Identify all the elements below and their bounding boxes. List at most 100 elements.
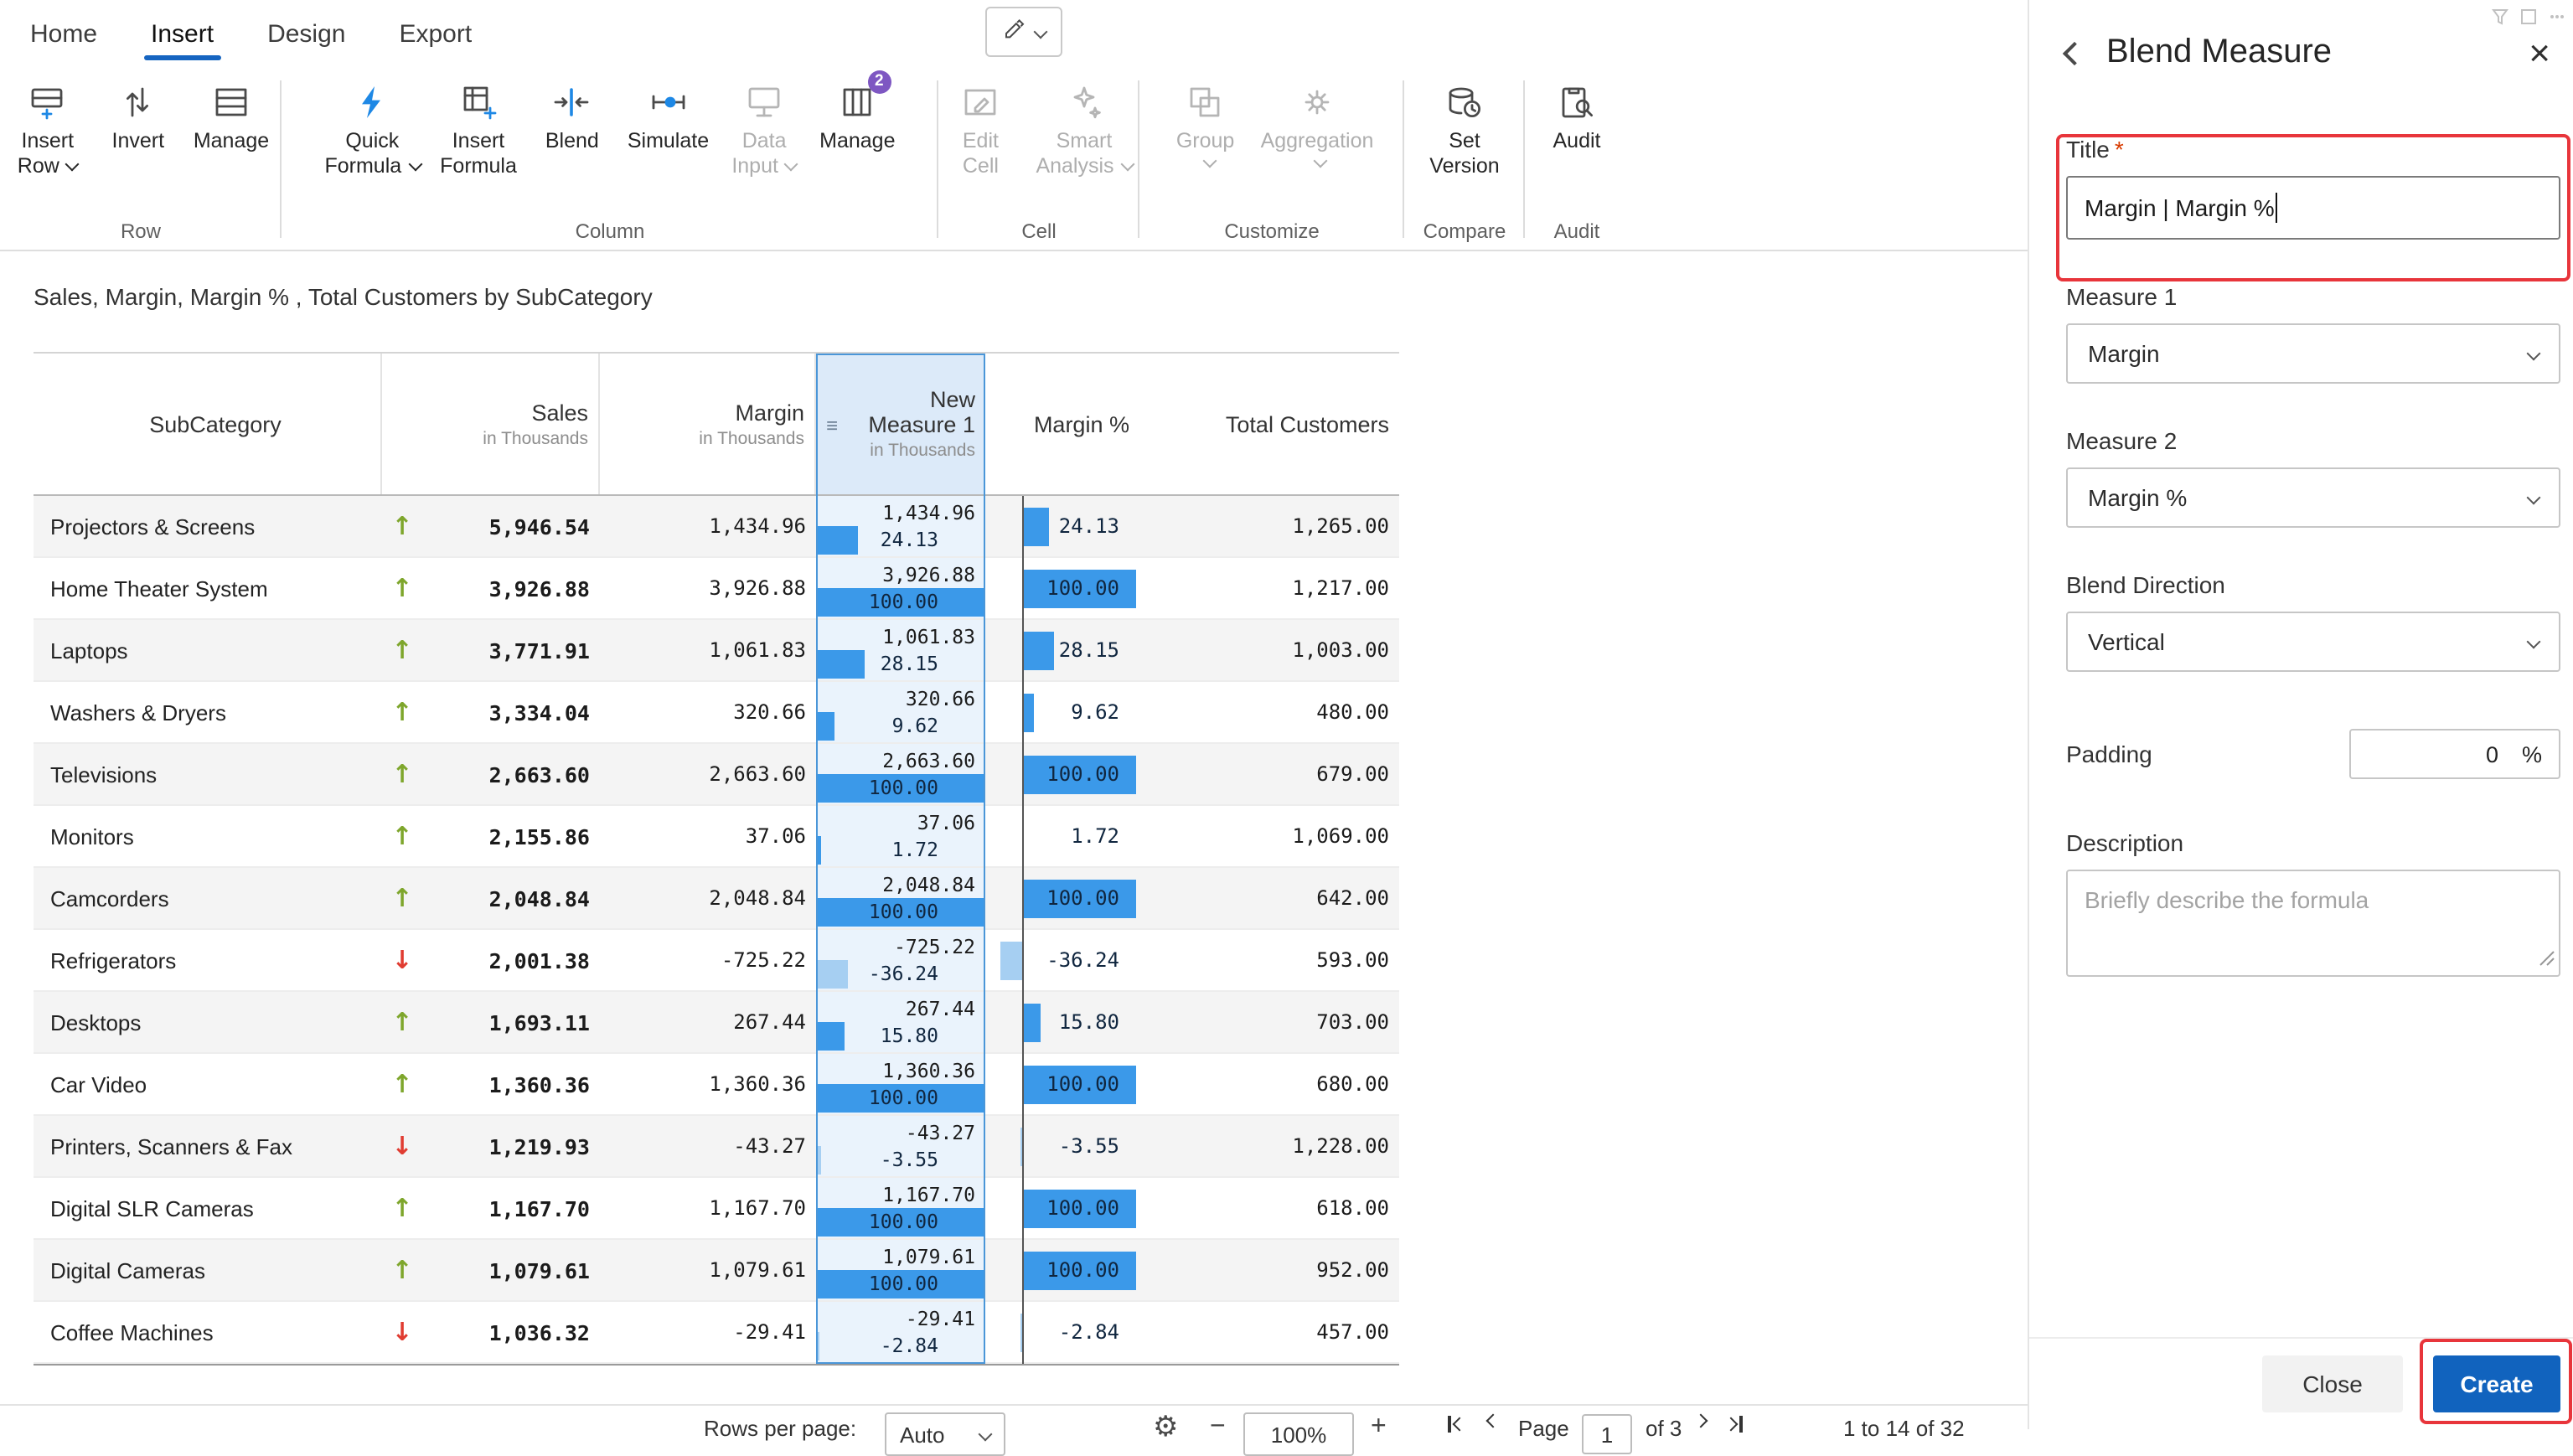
new-measure-cell[interactable]: 267.4415.80 — [816, 992, 985, 1052]
table-row[interactable]: Washers & Dryers↑3,334.04320.66320.669.6… — [34, 682, 1399, 744]
col-header-subcategory[interactable]: SubCategory — [34, 354, 382, 494]
sales-cell[interactable]: 1,219.93 — [422, 1116, 600, 1176]
resize-handle-icon[interactable] — [2539, 945, 2555, 972]
total-customers-cell[interactable]: 1,228.00 — [1139, 1116, 1399, 1176]
margin-cell[interactable]: 267.44 — [600, 992, 816, 1052]
subcategory-cell[interactable]: Printers, Scanners & Fax — [34, 1116, 382, 1176]
set-version-button[interactable]: SetVersion — [1423, 74, 1506, 184]
sales-cell[interactable]: 1,167.70 — [422, 1178, 600, 1238]
margin-pct-cell[interactable]: -3.55 — [985, 1116, 1139, 1176]
new-measure-cell[interactable]: 320.669.62 — [816, 682, 985, 742]
table-row[interactable]: Televisions↑2,663.602,663.602,663.60100.… — [34, 744, 1399, 806]
title-input[interactable]: Margin | Margin % — [2066, 176, 2560, 240]
margin-cell[interactable]: -29.41 — [600, 1302, 816, 1362]
table-row[interactable]: Coffee Machines↓1,036.32-29.41-29.41-2.8… — [34, 1302, 1399, 1364]
new-measure-cell[interactable]: 1,360.36100.00 — [816, 1054, 985, 1114]
total-customers-cell[interactable]: 1,003.00 — [1139, 620, 1399, 680]
zoom-in-button[interactable]: + — [1371, 1412, 1387, 1443]
new-measure-cell[interactable]: 1,079.61100.00 — [816, 1240, 985, 1300]
simulate-button[interactable]: Simulate — [621, 74, 716, 159]
new-measure-cell[interactable]: 1,061.8328.15 — [816, 620, 985, 680]
audit-button[interactable]: Audit — [1535, 74, 1619, 159]
zoom-level-input[interactable]: 100% — [1243, 1412, 1354, 1456]
total-customers-cell[interactable]: 1,217.00 — [1139, 558, 1399, 618]
margin-cell[interactable]: 3,926.88 — [600, 558, 816, 618]
settings-gear-icon[interactable]: ⚙ — [1153, 1411, 1179, 1444]
new-measure-cell[interactable]: 1,167.70100.00 — [816, 1178, 985, 1238]
total-customers-cell[interactable]: 703.00 — [1139, 992, 1399, 1052]
margin-pct-cell[interactable]: 24.13 — [985, 496, 1139, 556]
margin-pct-cell[interactable]: 28.15 — [985, 620, 1139, 680]
blend-direction-select[interactable]: Vertical — [2066, 612, 2560, 672]
rows-per-page-select[interactable]: Auto — [885, 1412, 1005, 1456]
sales-cell[interactable]: 5,946.54 — [422, 496, 600, 556]
measure1-select[interactable]: Margin — [2066, 323, 2560, 384]
blend-button[interactable]: Blend — [530, 74, 614, 159]
invert-button[interactable]: Invert — [96, 74, 180, 159]
sales-cell[interactable]: 2,155.86 — [422, 806, 600, 866]
margin-pct-cell[interactable]: -2.84 — [985, 1302, 1139, 1362]
margin-cell[interactable]: 1,434.96 — [600, 496, 816, 556]
sales-cell[interactable]: 2,048.84 — [422, 868, 600, 928]
tab-home[interactable]: Home — [27, 3, 101, 64]
subcategory-cell[interactable]: Home Theater System — [34, 558, 382, 618]
focus-mode-icon[interactable] — [2520, 5, 2537, 30]
pagination-next-button[interactable] — [1696, 1416, 1706, 1426]
margin-pct-cell[interactable]: 100.00 — [985, 558, 1139, 618]
page-number-input[interactable]: 1 — [1582, 1414, 1632, 1454]
drag-handle-icon[interactable]: ≡ — [826, 413, 838, 436]
margin-pct-cell[interactable]: 100.00 — [985, 868, 1139, 928]
new-measure-cell[interactable]: 3,926.88100.00 — [816, 558, 985, 618]
close-icon[interactable]: × — [2529, 36, 2550, 70]
margin-pct-cell[interactable]: 100.00 — [985, 1240, 1139, 1300]
subcategory-cell[interactable]: Televisions — [34, 744, 382, 804]
subcategory-cell[interactable]: Washers & Dryers — [34, 682, 382, 742]
table-row[interactable]: Digital Cameras↑1,079.611,079.611,079.61… — [34, 1240, 1399, 1302]
total-customers-cell[interactable]: 593.00 — [1139, 930, 1399, 990]
margin-pct-cell[interactable]: 100.00 — [985, 1054, 1139, 1114]
total-customers-cell[interactable]: 1,265.00 — [1139, 496, 1399, 556]
col-header-margin[interactable]: Marginin Thousands — [600, 354, 816, 494]
create-button[interactable]: Create — [2433, 1355, 2560, 1412]
margin-cell[interactable]: -43.27 — [600, 1116, 816, 1176]
col-header-sales[interactable]: Salesin Thousands — [422, 354, 600, 494]
total-customers-cell[interactable]: 680.00 — [1139, 1054, 1399, 1114]
new-measure-cell[interactable]: -29.41-2.84 — [816, 1302, 985, 1362]
new-measure-cell[interactable]: 2,048.84100.00 — [816, 868, 985, 928]
total-customers-cell[interactable]: 1,069.00 — [1139, 806, 1399, 866]
back-chevron-icon[interactable] — [2063, 41, 2086, 65]
table-row[interactable]: Home Theater System↑3,926.883,926.883,92… — [34, 558, 1399, 620]
sales-cell[interactable]: 1,693.11 — [422, 992, 600, 1052]
margin-cell[interactable]: 1,167.70 — [600, 1178, 816, 1238]
subcategory-cell[interactable]: Camcorders — [34, 868, 382, 928]
description-textarea[interactable]: Briefly describe the formula — [2066, 870, 2560, 977]
table-row[interactable]: Laptops↑3,771.911,061.831,061.8328.1528.… — [34, 620, 1399, 682]
pagination-last-button[interactable] — [1726, 1416, 1742, 1433]
total-customers-cell[interactable]: 642.00 — [1139, 868, 1399, 928]
margin-cell[interactable]: 37.06 — [600, 806, 816, 866]
insert-formula-button[interactable]: InsertFormula — [433, 74, 524, 184]
sales-cell[interactable]: 3,334.04 — [422, 682, 600, 742]
sales-cell[interactable]: 1,036.32 — [422, 1302, 600, 1362]
total-customers-cell[interactable]: 457.00 — [1139, 1302, 1399, 1362]
margin-cell[interactable]: 320.66 — [600, 682, 816, 742]
pagination-first-button[interactable] — [1448, 1416, 1464, 1433]
sales-cell[interactable]: 3,926.88 — [422, 558, 600, 618]
zoom-out-button[interactable]: − — [1210, 1412, 1226, 1443]
new-measure-cell[interactable]: 2,663.60100.00 — [816, 744, 985, 804]
subcategory-cell[interactable]: Digital SLR Cameras — [34, 1178, 382, 1238]
sales-cell[interactable]: 1,360.36 — [422, 1054, 600, 1114]
margin-cell[interactable]: 2,048.84 — [600, 868, 816, 928]
new-measure-cell[interactable]: 37.061.72 — [816, 806, 985, 866]
margin-pct-cell[interactable]: 9.62 — [985, 682, 1139, 742]
subcategory-cell[interactable]: Monitors — [34, 806, 382, 866]
margin-pct-cell[interactable]: -36.24 — [985, 930, 1139, 990]
subcategory-cell[interactable]: Refrigerators — [34, 930, 382, 990]
table-row[interactable]: Desktops↑1,693.11267.44267.4415.8015.807… — [34, 992, 1399, 1054]
margin-cell[interactable]: 1,360.36 — [600, 1054, 816, 1114]
filter-icon[interactable] — [2492, 5, 2508, 30]
pagination-prev-button[interactable] — [1488, 1416, 1498, 1426]
col-header-total-customers[interactable]: Total Customers — [1139, 354, 1399, 494]
manage-button[interactable]: Manage — [187, 74, 276, 159]
new-measure-cell[interactable]: -43.27-3.55 — [816, 1116, 985, 1176]
